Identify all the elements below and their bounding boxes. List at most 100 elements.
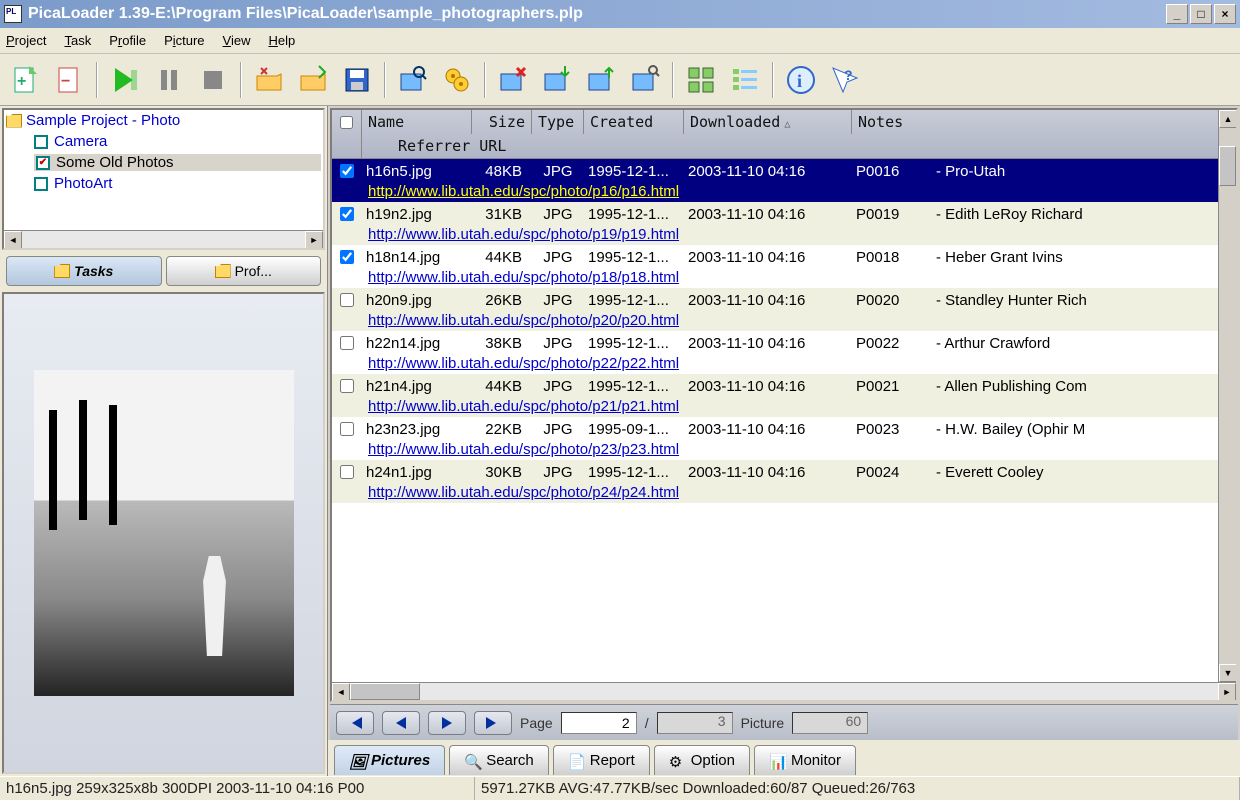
row-checkbox[interactable] <box>340 465 354 479</box>
first-page-button[interactable] <box>336 711 374 735</box>
scroll-right-icon[interactable]: ► <box>305 231 323 249</box>
page-input[interactable] <box>561 712 637 734</box>
cell-id: P0024 <box>852 464 932 481</box>
minimize-button[interactable]: _ <box>1166 4 1188 24</box>
cell-notes: - Standley Hunter Rich <box>932 292 1236 309</box>
tab-option[interactable]: ⚙Option <box>654 745 750 775</box>
referrer-link[interactable]: http://www.lib.utah.edu/spc/photo/p24/p2… <box>368 484 679 501</box>
row-checkbox[interactable] <box>340 379 354 393</box>
scroll-track[interactable] <box>22 231 305 248</box>
menu-view[interactable]: View <box>223 33 251 48</box>
tab-pictures[interactable]: 🖼Pictures <box>334 745 445 775</box>
help-button[interactable]: ? <box>824 59 866 101</box>
tree-item[interactable]: ✔Some Old Photos <box>34 154 321 171</box>
referrer-link[interactable]: http://www.lib.utah.edu/spc/photo/p21/p2… <box>368 398 679 415</box>
cell-size: 38KB <box>472 335 532 352</box>
vertical-scrollbar[interactable]: ▲ ▼ <box>1218 110 1236 682</box>
scroll-left-icon[interactable]: ◄ <box>332 683 350 701</box>
column-type[interactable]: Type <box>532 110 584 134</box>
new-task-button[interactable]: + <box>4 59 46 101</box>
close-button[interactable]: × <box>1214 4 1236 24</box>
find-button[interactable] <box>392 59 434 101</box>
table-row[interactable]: h22n14.jpg 38KB JPG 1995-12-1... 2003-11… <box>332 331 1236 374</box>
scroll-up-icon[interactable]: ▲ <box>1219 110 1237 128</box>
save-button[interactable] <box>336 59 378 101</box>
menu-help[interactable]: Help <box>269 33 296 48</box>
tab-tasks[interactable]: Tasks <box>6 256 162 286</box>
scroll-thumb[interactable] <box>350 683 420 700</box>
thumbnail-view-button[interactable] <box>680 59 722 101</box>
column-created[interactable]: Created <box>584 110 684 134</box>
tab-monitor[interactable]: 📊Monitor <box>754 745 856 775</box>
cell-downloaded: 2003-11-10 04:16 <box>684 421 852 438</box>
row-checkbox[interactable] <box>340 250 354 264</box>
next-page-button[interactable] <box>428 711 466 735</box>
table-row[interactable]: h21n4.jpg 44KB JPG 1995-12-1... 2003-11-… <box>332 374 1236 417</box>
maximize-button[interactable]: □ <box>1190 4 1212 24</box>
menu-project[interactable]: Project <box>6 33 46 48</box>
cell-type: JPG <box>532 421 584 438</box>
menu-task[interactable]: Task <box>64 33 91 48</box>
tree-scrollbar[interactable]: ◄ ► <box>4 230 323 248</box>
column-size[interactable]: Size <box>472 110 532 134</box>
download-picture-button[interactable] <box>536 59 578 101</box>
table-row[interactable]: h24n1.jpg 30KB JPG 1995-12-1... 2003-11-… <box>332 460 1236 503</box>
referrer-link[interactable]: http://www.lib.utah.edu/spc/photo/p18/p1… <box>368 269 679 286</box>
toolbar-separator <box>384 62 386 98</box>
tree-item[interactable]: PhotoArt <box>34 175 321 192</box>
list-view-button[interactable] <box>724 59 766 101</box>
table-row[interactable]: h16n5.jpg 48KB JPG 1995-12-1... 2003-11-… <box>332 159 1236 202</box>
open-button[interactable] <box>248 59 290 101</box>
column-notes[interactable]: Notes <box>852 110 1236 134</box>
tree-checkbox[interactable]: ✔ <box>36 156 50 170</box>
row-checkbox[interactable] <box>340 164 354 178</box>
table-row[interactable]: h23n23.jpg 22KB JPG 1995-09-1... 2003-11… <box>332 417 1236 460</box>
menu-picture[interactable]: Picture <box>164 33 204 48</box>
picture-search-button[interactable] <box>624 59 666 101</box>
settings-button[interactable] <box>436 59 478 101</box>
pictures-icon: 🖼 <box>349 753 365 769</box>
upload-picture-button[interactable] <box>580 59 622 101</box>
tab-search[interactable]: 🔍Search <box>449 745 549 775</box>
column-downloaded[interactable]: Downloaded△ <box>684 110 852 134</box>
row-checkbox[interactable] <box>340 336 354 350</box>
prev-page-button[interactable] <box>382 711 420 735</box>
row-checkbox[interactable] <box>340 207 354 221</box>
table-row[interactable]: h18n14.jpg 44KB JPG 1995-12-1... 2003-11… <box>332 245 1236 288</box>
table-row[interactable]: h20n9.jpg 26KB JPG 1995-12-1... 2003-11-… <box>332 288 1236 331</box>
last-page-button[interactable] <box>474 711 512 735</box>
referrer-link[interactable]: http://www.lib.utah.edu/spc/photo/p16/p1… <box>368 183 679 200</box>
menu-profile[interactable]: Profile <box>109 33 146 48</box>
scroll-thumb[interactable] <box>1219 146 1236 186</box>
tree-checkbox[interactable] <box>34 177 48 191</box>
tab-profiles[interactable]: Prof... <box>166 256 322 286</box>
referrer-link[interactable]: http://www.lib.utah.edu/spc/photo/p20/p2… <box>368 312 679 329</box>
scroll-left-icon[interactable]: ◄ <box>4 231 22 249</box>
pause-button[interactable] <box>148 59 190 101</box>
column-referrer[interactable]: Referrer URL <box>362 134 1236 158</box>
remove-task-button[interactable]: − <box>48 59 90 101</box>
page-label: Page <box>520 715 553 731</box>
scroll-down-icon[interactable]: ▼ <box>1219 664 1237 682</box>
referrer-link[interactable]: http://www.lib.utah.edu/spc/photo/p19/p1… <box>368 226 679 243</box>
tree-checkbox[interactable] <box>34 135 48 149</box>
play-button[interactable] <box>104 59 146 101</box>
tab-report[interactable]: 📄Report <box>553 745 650 775</box>
project-tree: Sample Project - Photo Camera ✔Some Old P… <box>2 108 325 250</box>
open-recent-button[interactable] <box>292 59 334 101</box>
horizontal-scrollbar[interactable]: ◄ ► <box>332 682 1236 700</box>
delete-picture-button[interactable] <box>492 59 534 101</box>
header-checkbox[interactable] <box>332 110 362 134</box>
tree-root[interactable]: Sample Project - Photo <box>6 112 321 129</box>
stop-button[interactable] <box>192 59 234 101</box>
cell-downloaded: 2003-11-10 04:16 <box>684 163 852 180</box>
row-checkbox[interactable] <box>340 293 354 307</box>
scroll-right-icon[interactable]: ► <box>1218 683 1236 701</box>
referrer-link[interactable]: http://www.lib.utah.edu/spc/photo/p23/p2… <box>368 441 679 458</box>
info-button[interactable]: i <box>780 59 822 101</box>
row-checkbox[interactable] <box>340 422 354 436</box>
tree-item[interactable]: Camera <box>34 133 321 150</box>
referrer-link[interactable]: http://www.lib.utah.edu/spc/photo/p22/p2… <box>368 355 679 372</box>
column-name[interactable]: Name <box>362 110 472 134</box>
table-row[interactable]: h19n2.jpg 31KB JPG 1995-12-1... 2003-11-… <box>332 202 1236 245</box>
